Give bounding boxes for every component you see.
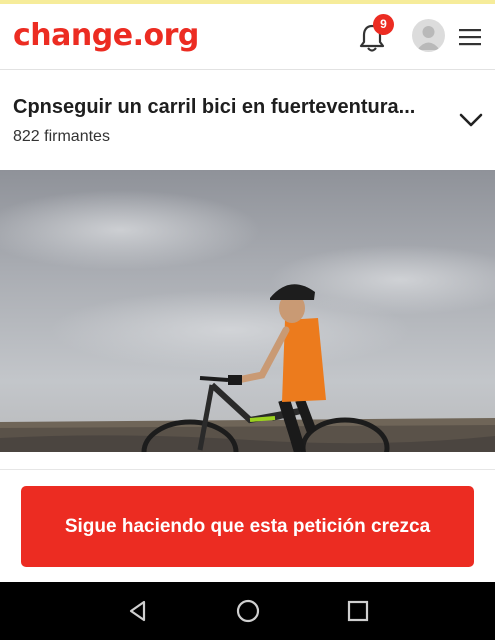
hamburger-menu-icon[interactable]: [457, 26, 483, 48]
spacer: [0, 452, 495, 470]
petition-title: Cpnseguir un carril bici en fuerteventur…: [13, 96, 416, 118]
chevron-down-icon[interactable]: [458, 111, 484, 129]
change-org-logo[interactable]: change.org: [13, 18, 199, 54]
signer-count: 822 firmantes: [13, 128, 110, 145]
petition-photo: [0, 170, 495, 452]
home-circle-icon[interactable]: [235, 598, 261, 624]
keep-growing-petition-button[interactable]: Sigue haciendo que esta petición crezca: [21, 486, 474, 567]
recents-square-icon[interactable]: [345, 598, 371, 624]
user-avatar-icon[interactable]: [412, 19, 445, 52]
notification-badge[interactable]: 9: [373, 14, 394, 35]
cyclist-photo: [0, 170, 495, 452]
back-triangle-icon[interactable]: [125, 598, 151, 624]
app-header: change.org 9: [0, 4, 495, 70]
petition-summary[interactable]: Cpnseguir un carril bici en fuerteventur…: [0, 71, 495, 169]
cta-section: Sigue haciendo que esta petición crezca: [0, 471, 495, 582]
android-navigation-bar: [0, 582, 495, 640]
